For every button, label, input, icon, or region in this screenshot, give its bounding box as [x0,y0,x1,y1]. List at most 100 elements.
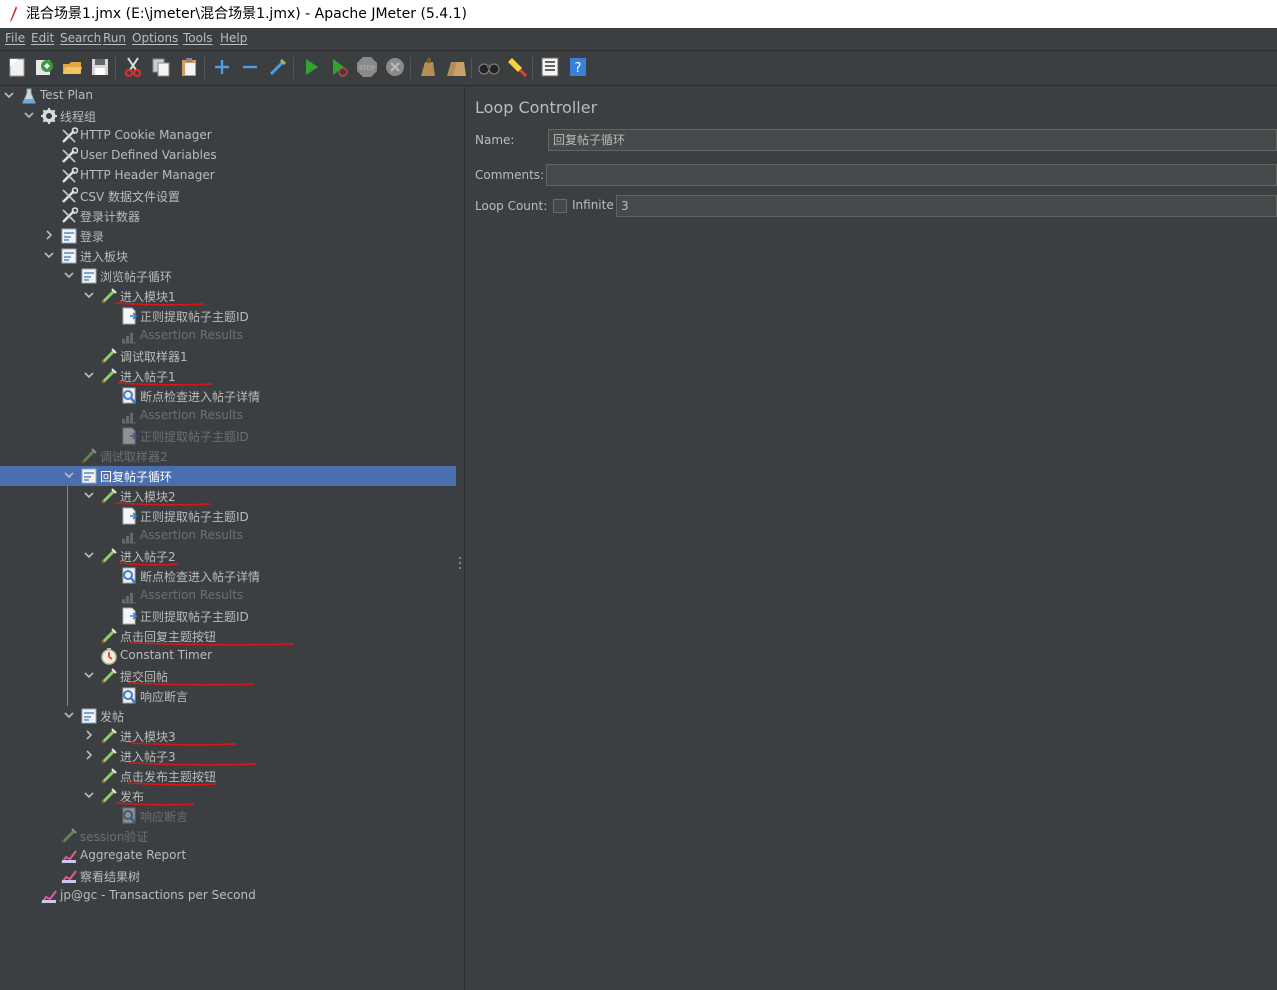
start-no-timers-icon[interactable] [328,56,350,78]
tree-node[interactable]: 登录 [0,226,456,246]
tree-node[interactable]: 回复帖子循环 [0,466,456,486]
chevron-down-icon[interactable] [84,790,94,800]
tree-node[interactable]: 断点检查进入帖子详情 [0,566,456,586]
tree-node[interactable]: 发布 [0,786,456,806]
assertion-icon [122,567,136,584]
comments-field[interactable] [546,164,1277,186]
chevron-down-icon[interactable] [64,710,74,720]
tree-node[interactable]: 发帖 [0,706,456,726]
tree-node[interactable]: Test Plan [0,86,456,106]
chevron-down-icon[interactable] [64,470,74,480]
new-icon[interactable] [6,56,28,78]
tree-node[interactable]: 进入模块1 [0,286,456,306]
tree-node[interactable]: 进入板块 [0,246,456,266]
tree-node[interactable]: 响应断言 [0,686,456,706]
tree-node[interactable]: Aggregate Report [0,846,456,866]
split-pane-divider[interactable] [456,86,465,990]
tree-node[interactable]: Assertion Results [0,586,456,606]
tree-node-label: 登录 [80,230,105,244]
tree-node[interactable]: 线程组 [0,106,456,126]
tree-node[interactable]: 进入帖子1 [0,366,456,386]
annotation-underline [130,742,236,746]
tree-node-label: jp@gc - Transactions per Second [60,888,256,902]
chevron-right-icon[interactable] [84,750,94,760]
expand-icon[interactable] [211,56,233,78]
tree-node[interactable]: CSV 数据文件设置 [0,186,456,206]
loop-count-field[interactable]: 3 [616,195,1277,217]
tree-node[interactable]: 响应断言 [0,806,456,826]
function-helper-icon[interactable] [539,56,561,78]
chevron-right-icon[interactable] [84,730,94,740]
shutdown-icon[interactable] [384,56,406,78]
collapse-icon[interactable] [239,56,261,78]
name-field[interactable]: 回复帖子循环 [548,129,1277,151]
tree-node[interactable]: 察看结果树 [0,866,456,886]
test-plan-tree[interactable]: Test Plan 线程组 HTTP Cookie Manager User Defi… [0,86,456,990]
chevron-down-icon[interactable] [64,270,74,280]
tree-node[interactable]: 正则提取帖子主题ID [0,426,456,446]
tree-node[interactable]: HTTP Header Manager [0,166,456,186]
help-icon[interactable]: ? [567,56,589,78]
splitter-grip-icon [458,556,462,570]
tree-node[interactable]: Assertion Results [0,326,456,346]
toggle-icon[interactable] [267,56,289,78]
templates-icon[interactable] [33,56,55,78]
tree-node[interactable]: session验证 [0,826,456,846]
tree-node[interactable]: User Defined Variables [0,146,456,166]
tree-node[interactable]: 正则提取帖子主题ID [0,506,456,526]
chevron-down-icon[interactable] [44,250,54,260]
chevron-down-icon[interactable] [4,90,14,100]
chevron-down-icon[interactable] [84,370,94,380]
chart-icon [122,533,136,544]
chevron-down-icon[interactable] [24,110,34,120]
chevron-down-icon[interactable] [84,290,94,300]
tree-node[interactable]: 进入帖子2 [0,546,456,566]
tree-node[interactable]: HTTP Cookie Manager [0,126,456,146]
infinite-checkbox[interactable] [553,199,567,213]
annotation-underline [128,782,216,786]
stop-icon[interactable]: STOP [356,56,378,78]
controller-icon [81,468,97,484]
chart-icon [122,593,136,604]
chevron-down-icon[interactable] [84,550,94,560]
search-icon[interactable] [478,56,500,78]
tree-node[interactable]: 断点检查进入帖子详情 [0,386,456,406]
menu-options[interactable]: Options [132,31,178,45]
tree-node[interactable]: 进入模块2 [0,486,456,506]
controller-icon [61,228,77,244]
tree-node[interactable]: 正则提取帖子主题ID [0,306,456,326]
start-icon[interactable] [300,56,322,78]
menu-run[interactable]: Run [103,31,126,45]
tree-node[interactable]: 点击发布主题按钮 [0,766,456,786]
clear-icon[interactable] [417,56,439,78]
paste-icon[interactable] [178,56,200,78]
tree-node[interactable]: 调试取样器2 [0,446,456,466]
tree-node[interactable]: 登录计数器 [0,206,456,226]
tree-node-label: 线程组 [60,110,97,124]
tree-node[interactable]: 浏览帖子循环 [0,266,456,286]
tree-node-label: 正则提取帖子主题ID [140,430,249,444]
tree-node-label: Aggregate Report [80,848,187,862]
menu-edit[interactable]: Edit [31,31,54,45]
tree-node-label: session验证 [80,830,149,844]
menu-search[interactable]: Search [60,31,101,45]
reset-search-icon[interactable] [506,56,528,78]
chevron-down-icon[interactable] [84,670,94,680]
open-icon[interactable] [61,56,83,78]
save-icon[interactable] [89,56,111,78]
menu-file[interactable]: File [5,31,25,45]
tree-node[interactable]: Assertion Results [0,406,456,426]
menu-help[interactable]: Help [220,31,247,45]
assertion-icon [122,687,136,704]
tree-node[interactable]: Assertion Results [0,526,456,546]
tree-node[interactable]: 调试取样器1 [0,346,456,366]
cut-icon[interactable] [122,56,144,78]
tree-node[interactable]: 正则提取帖子主题ID [0,606,456,626]
tree-node[interactable]: Constant Timer [0,646,456,666]
copy-icon[interactable] [150,56,172,78]
chevron-down-icon[interactable] [84,490,94,500]
clear-all-icon[interactable] [445,56,467,78]
chevron-right-icon[interactable] [44,230,54,240]
menu-tools[interactable]: Tools [183,31,213,45]
tree-node[interactable]: jp@gc - Transactions per Second [0,886,456,906]
